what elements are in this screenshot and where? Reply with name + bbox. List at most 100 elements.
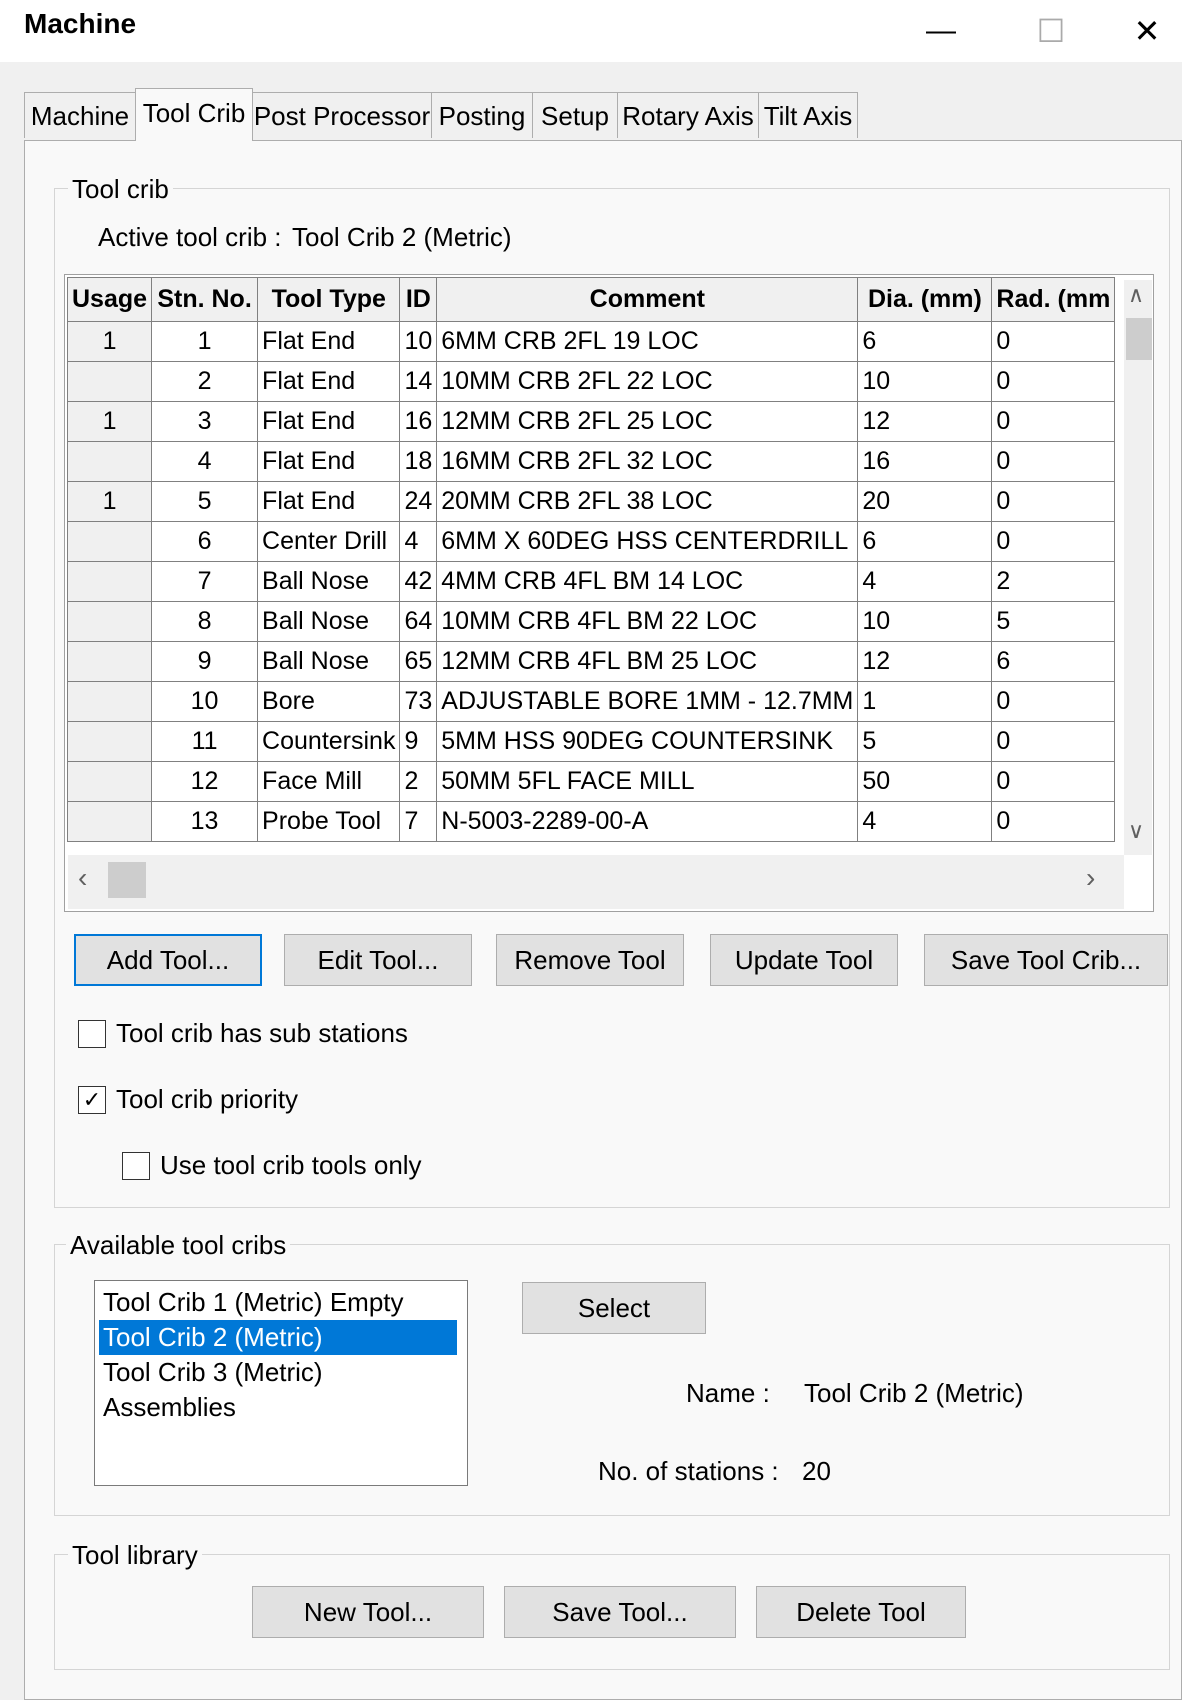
- tool-crib-listbox[interactable]: Tool Crib 1 (Metric) Empty Tool Crib 2 (…: [94, 1280, 468, 1486]
- cell-usage[interactable]: [66, 561, 153, 602]
- cell-usage[interactable]: [66, 761, 153, 802]
- col-header-tool-type[interactable]: Tool Type: [257, 277, 401, 322]
- table-row[interactable]: 1 1 Flat End 10 6MM CRB 2FL 19 LOC 6 0: [66, 321, 1116, 362]
- cell-comment[interactable]: 12MM CRB 4FL BM 25 LOC: [436, 641, 859, 682]
- tab-tool-crib[interactable]: Tool Crib: [135, 88, 253, 141]
- list-item[interactable]: Tool Crib 3 (Metric) Assemblies: [99, 1355, 457, 1422]
- col-header-radius[interactable]: Rad. (mm: [991, 277, 1116, 322]
- cell-station[interactable]: 1: [151, 321, 259, 362]
- horizontal-scrollbar[interactable]: [68, 855, 1124, 909]
- cell-station[interactable]: 7: [151, 561, 259, 602]
- cell-comment[interactable]: 20MM CRB 2FL 38 LOC: [436, 481, 859, 522]
- list-item[interactable]: Tool Crib 1 (Metric) Empty: [99, 1285, 457, 1320]
- cell-tool-type[interactable]: Flat End: [257, 401, 401, 442]
- cell-comment[interactable]: 50MM 5FL FACE MILL: [436, 761, 859, 802]
- tool-crib-priority-checkbox[interactable]: ✓: [78, 1086, 106, 1114]
- cell-diameter[interactable]: 16: [857, 441, 993, 482]
- cell-diameter[interactable]: 50: [857, 761, 993, 802]
- table-row[interactable]: 8 Ball Nose 64 10MM CRB 4FL BM 22 LOC 10 5: [66, 601, 1116, 642]
- tool-crib-table[interactable]: Usage Stn. No. Tool Type ID Comment Dia.…: [64, 274, 1154, 912]
- add-tool-button[interactable]: Add Tool...: [74, 934, 262, 986]
- cell-comment[interactable]: 10MM CRB 2FL 22 LOC: [436, 361, 859, 402]
- table-row[interactable]: 9 Ball Nose 65 12MM CRB 4FL BM 25 LOC 12 6: [66, 641, 1116, 682]
- cell-tool-type[interactable]: Flat End: [257, 441, 401, 482]
- cell-station[interactable]: 4: [151, 441, 259, 482]
- col-header-diameter[interactable]: Dia. (mm): [857, 277, 993, 322]
- new-tool-button[interactable]: New Tool...: [252, 1586, 484, 1638]
- tab-rotary-axis[interactable]: Rotary Axis: [617, 92, 759, 138]
- cell-tool-type[interactable]: Center Drill: [257, 521, 401, 562]
- list-item[interactable]: Tool Crib 2 (Metric): [99, 1320, 457, 1355]
- edit-tool-button[interactable]: Edit Tool...: [284, 934, 472, 986]
- cell-diameter[interactable]: 6: [857, 321, 993, 362]
- table-row[interactable]: 13 Probe Tool 7 N-5003-2289-00-A 4 0: [66, 801, 1116, 842]
- cell-usage[interactable]: [66, 801, 153, 842]
- col-header-id[interactable]: ID: [399, 277, 438, 322]
- cell-diameter[interactable]: 12: [857, 401, 993, 442]
- tab-post-processor[interactable]: Post Processor: [252, 92, 432, 138]
- cell-station[interactable]: 2: [151, 361, 259, 402]
- cell-id[interactable]: 4: [399, 521, 438, 562]
- cell-usage[interactable]: [66, 681, 153, 722]
- cell-diameter[interactable]: 10: [857, 361, 993, 402]
- tab-setup[interactable]: Setup: [532, 92, 618, 138]
- cell-radius[interactable]: 0: [991, 401, 1116, 442]
- cell-usage[interactable]: [66, 361, 153, 402]
- cell-tool-type[interactable]: Probe Tool: [257, 801, 401, 842]
- update-tool-button[interactable]: Update Tool: [710, 934, 898, 986]
- col-header-usage[interactable]: Usage: [66, 277, 153, 322]
- cell-radius[interactable]: 6: [991, 641, 1116, 682]
- cell-diameter[interactable]: 1: [857, 681, 993, 722]
- cell-radius[interactable]: 0: [991, 801, 1116, 842]
- table-row[interactable]: 12 Face Mill 2 50MM 5FL FACE MILL 50 0: [66, 761, 1116, 802]
- cell-radius[interactable]: 5: [991, 601, 1116, 642]
- cell-comment[interactable]: 5MM HSS 90DEG COUNTERSINK: [436, 721, 859, 762]
- cell-id[interactable]: 73: [399, 681, 438, 722]
- cell-usage[interactable]: [66, 641, 153, 682]
- cell-comment[interactable]: ADJUSTABLE BORE 1MM - 12.7MM: [436, 681, 859, 722]
- cell-usage[interactable]: 1: [66, 481, 153, 522]
- sub-stations-checkbox[interactable]: [78, 1020, 106, 1048]
- col-header-comment[interactable]: Comment: [436, 277, 859, 322]
- table-row[interactable]: 6 Center Drill 4 6MM X 60DEG HSS CENTERDRIL…: [66, 521, 1116, 562]
- cell-id[interactable]: 18: [399, 441, 438, 482]
- cell-station[interactable]: 8: [151, 601, 259, 642]
- col-header-station[interactable]: Stn. No.: [151, 277, 259, 322]
- save-tool-button[interactable]: Save Tool...: [504, 1586, 736, 1638]
- close-button[interactable]: ✕: [1112, 0, 1182, 62]
- table-row[interactable]: 1 5 Flat End 24 20MM CRB 2FL 38 LOC 20 0: [66, 481, 1116, 522]
- cell-id[interactable]: 42: [399, 561, 438, 602]
- cell-usage[interactable]: [66, 601, 153, 642]
- cell-diameter[interactable]: 4: [857, 561, 993, 602]
- table-row[interactable]: 2 Flat End 14 10MM CRB 2FL 22 LOC 10 0: [66, 361, 1116, 402]
- tool-crib-tools-only-checkbox[interactable]: [122, 1152, 150, 1180]
- remove-tool-button[interactable]: Remove Tool: [496, 934, 684, 986]
- table-row[interactable]: 7 Ball Nose 42 4MM CRB 4FL BM 14 LOC 4 2: [66, 561, 1116, 602]
- table-row[interactable]: 4 Flat End 18 16MM CRB 2FL 32 LOC 16 0: [66, 441, 1116, 482]
- cell-tool-type[interactable]: Bore: [257, 681, 401, 722]
- horizontal-scroll-thumb[interactable]: [108, 862, 146, 898]
- cell-comment[interactable]: 12MM CRB 2FL 25 LOC: [436, 401, 859, 442]
- cell-tool-type[interactable]: Ball Nose: [257, 641, 401, 682]
- cell-id[interactable]: 2: [399, 761, 438, 802]
- cell-id[interactable]: 7: [399, 801, 438, 842]
- cell-station[interactable]: 6: [151, 521, 259, 562]
- cell-radius[interactable]: 0: [991, 761, 1116, 802]
- cell-usage[interactable]: 1: [66, 321, 153, 362]
- cell-tool-type[interactable]: Flat End: [257, 481, 401, 522]
- cell-radius[interactable]: 0: [991, 681, 1116, 722]
- cell-tool-type[interactable]: Flat End: [257, 361, 401, 402]
- cell-tool-type[interactable]: Face Mill: [257, 761, 401, 802]
- cell-id[interactable]: 24: [399, 481, 438, 522]
- cell-diameter[interactable]: 20: [857, 481, 993, 522]
- cell-station[interactable]: 12: [151, 761, 259, 802]
- tab-posting[interactable]: Posting: [431, 92, 533, 138]
- cell-station[interactable]: 9: [151, 641, 259, 682]
- cell-usage[interactable]: [66, 441, 153, 482]
- cell-radius[interactable]: 0: [991, 721, 1116, 762]
- cell-usage[interactable]: [66, 721, 153, 762]
- maximize-button[interactable]: ☐: [1016, 0, 1086, 62]
- cell-diameter[interactable]: 5: [857, 721, 993, 762]
- cell-usage[interactable]: 1: [66, 401, 153, 442]
- cell-radius[interactable]: 2: [991, 561, 1116, 602]
